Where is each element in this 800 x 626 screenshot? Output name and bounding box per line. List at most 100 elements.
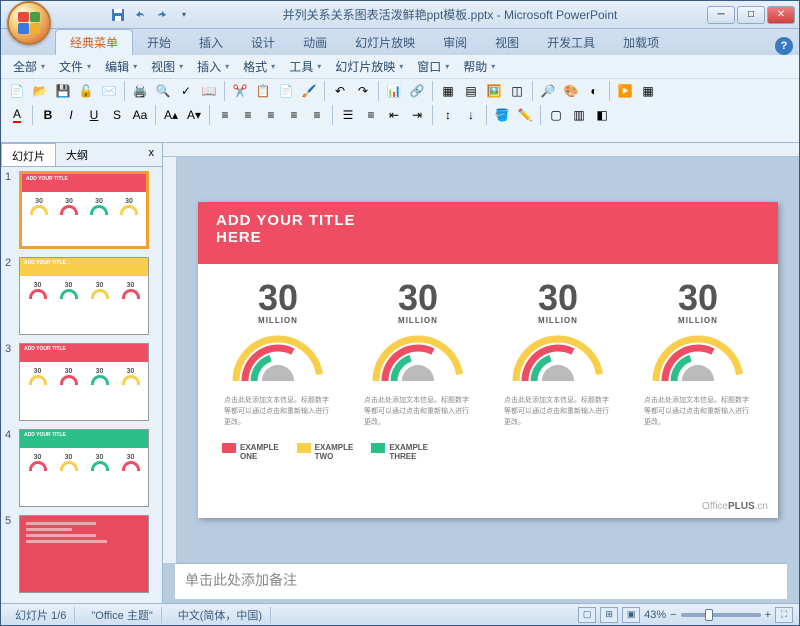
gauge-2[interactable]: 30 MILLION 点击此处添加文本信息。标题数字等都可以通过点击和重新输入进… [358,280,478,429]
undo-icon[interactable] [131,6,149,24]
menu-file[interactable]: 文件 [53,56,97,77]
hyperlink-icon[interactable]: 🔗 [407,81,427,101]
text-direction-icon[interactable]: ↓ [461,105,481,125]
save-icon[interactable]: 💾 [53,81,73,101]
slide[interactable]: ADD YOUR TITLE HERE 30 MILLION 点击此处添加文本信… [198,202,778,518]
tab-view[interactable]: 视图 [481,30,533,55]
menu-tools[interactable]: 工具 [283,56,327,77]
chart-icon[interactable]: 📊 [384,81,404,101]
close-button[interactable]: ✕ [767,6,795,24]
minimize-button[interactable]: ─ [707,6,735,24]
qat-dropdown-icon[interactable]: ▾ [175,6,193,24]
color-icon[interactable]: 🎨 [561,81,581,101]
permission-icon[interactable]: 🔓 [76,81,96,101]
thumbnail-list[interactable]: 1 ADD YOUR TITLE 30 30 30 30 2 AD [1,167,162,603]
undo-icon[interactable]: ↶ [330,81,350,101]
tab-design[interactable]: 设计 [237,30,289,55]
menu-view[interactable]: 视图 [145,56,189,77]
zoom-icon[interactable]: 🔎 [538,81,558,101]
slideshow-icon[interactable]: ▶️ [615,81,635,101]
zoom-level[interactable]: 43% [644,609,666,621]
thumbnail-5[interactable]: 5 [5,515,158,593]
print-preview-icon[interactable]: 🔍 [153,81,173,101]
design-icon[interactable]: ◧ [592,105,612,125]
gauge-4[interactable]: 30 MILLION 点击此处添加文本信息。标题数字等都可以通过点击和重新输入进… [638,280,758,429]
tab-classic-menu[interactable]: 经典菜单 [55,29,133,55]
menu-edit[interactable]: 编辑 [99,56,143,77]
layout-icon[interactable]: ▥ [569,105,589,125]
zoom-slider[interactable] [681,613,761,617]
tab-review[interactable]: 审阅 [429,30,481,55]
gauge-3[interactable]: 30 MILLION 点击此处添加文本信息。标题数字等都可以通过点击和重新输入进… [498,280,618,429]
slide-canvas[interactable]: ADD YOUR TITLE HERE 30 MILLION 点击此处添加文本信… [177,157,799,563]
tables-icon[interactable]: ▤ [461,81,481,101]
diagram-icon[interactable]: ◫ [507,81,527,101]
spellcheck-icon[interactable]: ✓ [176,81,196,101]
tab-home[interactable]: 开始 [133,30,185,55]
thumbnail-3[interactable]: 3 ADD YOUR TITLE 30 30 30 30 [5,343,158,421]
bold-icon[interactable]: B [38,105,58,125]
thumbnail-1[interactable]: 1 ADD YOUR TITLE 30 30 30 30 [5,171,158,249]
menu-window[interactable]: 窗口 [411,56,455,77]
sorter-view-icon[interactable]: ⊞ [600,607,618,623]
shadow-icon[interactable]: S [107,105,127,125]
align-right-icon[interactable]: ≡ [261,105,281,125]
grid-icon[interactable]: ▦ [638,81,658,101]
numbering-icon[interactable]: ≡ [361,105,381,125]
new-icon[interactable]: 📄 [7,81,27,101]
picture-icon[interactable]: 🖼️ [484,81,504,101]
align-left-icon[interactable]: ≡ [215,105,235,125]
tab-addins[interactable]: 加载项 [609,30,673,55]
format-painter-icon[interactable]: 🖌️ [299,81,319,101]
thumbnail-2[interactable]: 2 ADD YOUR TITLE 30 30 30 30 [5,257,158,335]
tab-animation[interactable]: 动画 [289,30,341,55]
panel-close-button[interactable]: x [141,143,163,166]
panel-tab-outline[interactable]: 大纲 [56,143,98,166]
mail-icon[interactable]: ✉️ [99,81,119,101]
distributed-icon[interactable]: ≡ [307,105,327,125]
gauge-1[interactable]: 30 MILLION 点击此处添加文本信息。标题数字等都可以通过点击和重新输入进… [218,280,338,429]
redo-icon[interactable]: ↷ [353,81,373,101]
save-icon[interactable] [109,6,127,24]
menu-all[interactable]: 全部 [7,56,51,77]
fit-window-icon[interactable]: ⛶ [775,607,793,623]
increase-indent-icon[interactable]: ⇥ [407,105,427,125]
justify-icon[interactable]: ≡ [284,105,304,125]
zoom-out-button[interactable]: − [670,609,676,621]
italic-icon[interactable]: I [61,105,81,125]
new-slide-icon[interactable]: ▢ [546,105,566,125]
open-icon[interactable]: 📂 [30,81,50,101]
line-spacing-icon[interactable]: ↕ [438,105,458,125]
maximize-button[interactable]: □ [737,6,765,24]
tab-developer[interactable]: 开发工具 [533,30,609,55]
cut-icon[interactable]: ✂️ [230,81,250,101]
notes-pane[interactable]: 单击此处添加备注 [175,563,787,599]
grayscale-icon[interactable]: ◐ [584,81,604,101]
office-button[interactable] [7,1,51,45]
shape-fill-icon[interactable]: 🪣 [492,105,512,125]
panel-tab-slides[interactable]: 幻灯片 [1,143,56,166]
copy-icon[interactable]: 📋 [253,81,273,101]
align-center-icon[interactable]: ≡ [238,105,258,125]
thumbnail-4[interactable]: 4 ADD YOUR TITLE 30 30 30 30 [5,429,158,507]
font-color-icon[interactable]: A [7,105,27,125]
normal-view-icon[interactable]: ▢ [578,607,596,623]
slideshow-view-icon[interactable]: ▣ [622,607,640,623]
tab-insert[interactable]: 插入 [185,30,237,55]
bullets-icon[interactable]: ☰ [338,105,358,125]
zoom-in-button[interactable]: + [765,609,771,621]
help-icon[interactable]: ? [775,37,793,55]
menu-help[interactable]: 帮助 [457,56,501,77]
status-language[interactable]: 中文(简体，中国) [170,607,271,623]
menu-insert[interactable]: 插入 [191,56,235,77]
tab-slideshow[interactable]: 幻灯片放映 [341,30,429,55]
slide-title[interactable]: ADD YOUR TITLE HERE [198,202,778,264]
redo-icon[interactable] [153,6,171,24]
change-case-icon[interactable]: Aa [130,105,150,125]
paste-icon[interactable]: 📄 [276,81,296,101]
grow-font-icon[interactable]: A▴ [161,105,181,125]
research-icon[interactable]: 📖 [199,81,219,101]
decrease-indent-icon[interactable]: ⇤ [384,105,404,125]
shrink-font-icon[interactable]: A▾ [184,105,204,125]
underline-icon[interactable]: U [84,105,104,125]
